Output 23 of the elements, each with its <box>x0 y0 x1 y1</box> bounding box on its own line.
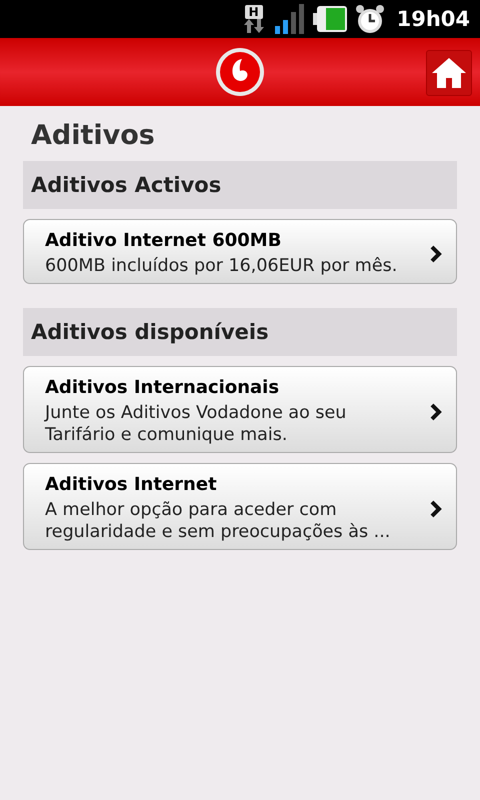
chevron-icon <box>430 402 442 420</box>
list-item[interactable]: Aditivos Internet A melhor opção para aceder com regularidade e sem preocupações às ... <box>23 463 457 550</box>
item-description: 600MB incluídos por 16,06EUR por mês. <box>45 255 398 277</box>
section-header: Aditivos disponíveis <box>23 308 457 356</box>
signal-icon <box>274 4 305 34</box>
clock-time: 19h04 <box>396 7 470 31</box>
chevron-icon <box>430 500 442 518</box>
item-title: Aditivos Internet <box>45 474 218 495</box>
list-item[interactable]: Aditivo Internet 600MB 600MB incluídos por 16,06EUR por mês. <box>23 219 457 284</box>
chevron-icon <box>430 244 442 262</box>
item-description: A melhor opção para aceder com regularidade e sem preocupações às ... <box>45 499 392 543</box>
section-header: Aditivos Activos <box>23 161 457 209</box>
list-item[interactable]: Aditivos Internacionais Junte os Aditivos Vodadone ao seu Tarifário e comunique mais. <box>23 366 457 453</box>
network-type-label: H <box>244 5 263 19</box>
page-title: Aditivos <box>30 119 156 153</box>
item-title: Aditivo Internet 600MB <box>45 230 282 251</box>
alarm-clock-icon <box>354 4 385 34</box>
battery-icon <box>312 6 347 32</box>
home-button[interactable] <box>426 50 472 96</box>
home-icon <box>432 58 466 88</box>
logo-icon <box>215 47 265 97</box>
item-description: Junte os Aditivos Vodadone ao seu Tarifário e comunique mais. <box>45 402 348 446</box>
item-title: Aditivos Internacionais <box>45 377 280 398</box>
